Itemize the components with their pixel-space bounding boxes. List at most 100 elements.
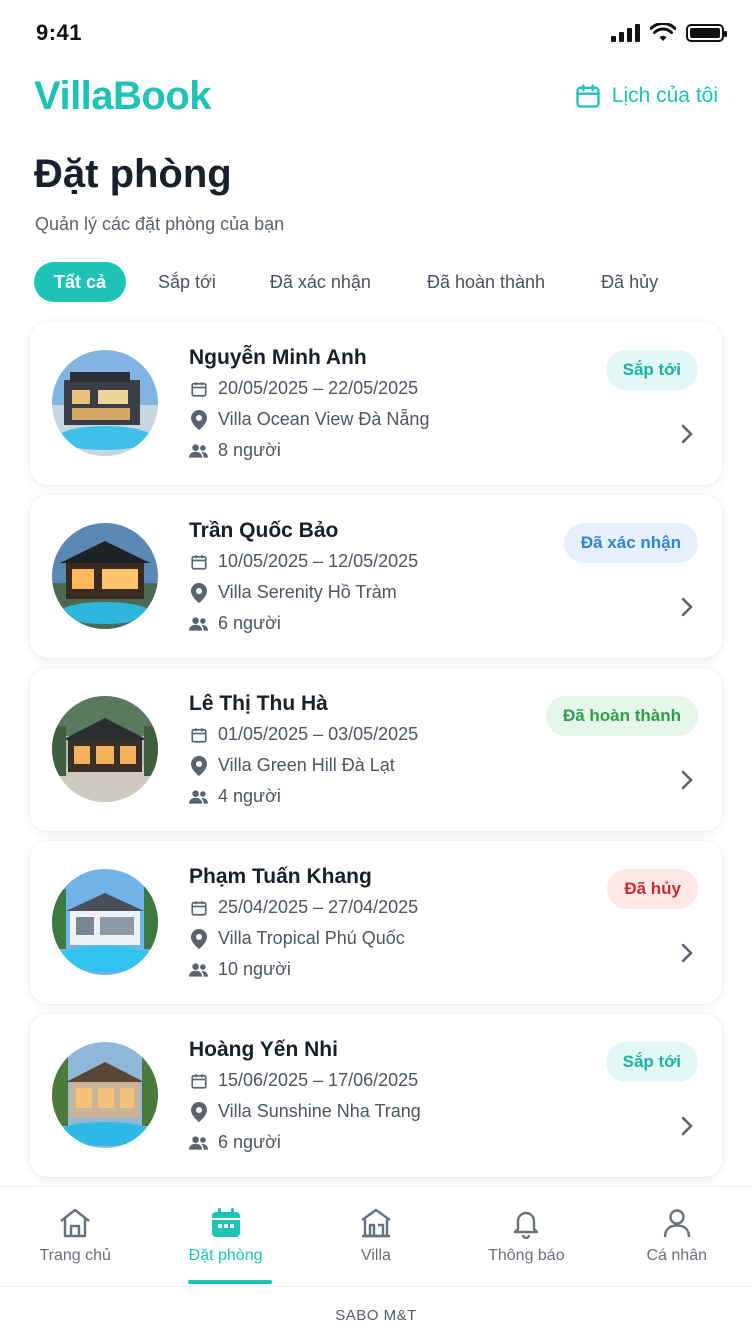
location-pin-icon	[189, 928, 208, 949]
villa-name: Villa Ocean View Đà Nẵng	[218, 409, 430, 429]
tab-upcoming[interactable]: Sắp tới	[138, 262, 236, 302]
status-time: 9:41	[36, 20, 83, 45]
bottom-navigation: Trang chủ Đặt phòng Villa Thông báo Cá n…	[0, 1186, 752, 1286]
nav-notifications[interactable]: Thông báo	[456, 1187, 596, 1286]
booking-dates: 01/05/2025 – 03/05/2025	[189, 724, 418, 745]
user-icon	[663, 1209, 690, 1238]
location-pin-icon	[189, 755, 208, 776]
tab-confirmed[interactable]: Đã xác nhận	[250, 262, 391, 302]
status-badge: Đã hủy	[607, 869, 698, 909]
calendar-icon	[211, 1208, 240, 1237]
calendar-icon	[576, 84, 600, 108]
villa-photo	[52, 523, 158, 629]
villa-name: Villa Serenity Hồ Tràm	[218, 582, 397, 602]
nav-profile[interactable]: Cá nhân	[607, 1187, 747, 1286]
chevron-right-icon[interactable]	[680, 941, 694, 965]
guests-text: 8 người	[218, 440, 281, 460]
guest-name: Phạm Tuấn Khang	[189, 865, 372, 888]
villa-location: Villa Tropical Phú Quốc	[189, 928, 405, 949]
home-icon	[60, 1208, 90, 1238]
status-badge: Sắp tới	[605, 350, 698, 390]
guest-count: 4 người	[189, 786, 281, 807]
guest-name: Trần Quốc Bảo	[189, 519, 339, 542]
bell-icon	[514, 1211, 539, 1239]
footer-bar: SABO M&T	[0, 1286, 752, 1344]
dates-text: 25/04/2025 – 27/04/2025	[218, 897, 419, 917]
chevron-right-icon[interactable]	[680, 422, 694, 446]
calendar-icon	[189, 379, 208, 398]
people-icon	[189, 787, 208, 806]
my-calendar-button[interactable]: Lịch của tôi	[574, 82, 718, 110]
booking-card[interactable]: Nguyễn Minh Anh 20/05/2025 – 22/05/2025 …	[30, 322, 722, 485]
calendar-icon	[189, 552, 208, 571]
guest-count: 10 người	[189, 959, 291, 980]
chevron-right-icon[interactable]	[680, 595, 694, 619]
villa-location: Villa Sunshine Nha Trang	[189, 1101, 421, 1122]
booking-dates: 15/06/2025 – 17/06/2025	[189, 1070, 418, 1091]
dates-text: 10/05/2025 – 12/05/2025	[218, 551, 419, 571]
nav-villa[interactable]: Villa	[306, 1187, 446, 1286]
dates-text: 15/06/2025 – 17/06/2025	[218, 1070, 419, 1090]
nav-bookings[interactable]: Đặt phòng	[156, 1187, 296, 1286]
nav-notifications-label: Thông báo	[488, 1247, 565, 1264]
calendar-icon	[189, 898, 208, 917]
booking-dates: 25/04/2025 – 27/04/2025	[189, 897, 418, 918]
guest-count: 6 người	[189, 1132, 281, 1153]
booking-dates: 20/05/2025 – 22/05/2025	[189, 378, 418, 399]
people-icon	[189, 960, 208, 979]
booking-card[interactable]: Phạm Tuấn Khang 25/04/2025 – 27/04/2025 …	[30, 841, 722, 1004]
page-subtitle: Quản lý các đặt phòng của bạn	[35, 214, 285, 234]
villa-name: Villa Green Hill Đà Lạt	[218, 755, 395, 775]
villa-location: Villa Serenity Hồ Tràm	[189, 582, 397, 603]
calendar-icon	[189, 1071, 208, 1090]
tab-all[interactable]: Tất cả	[34, 262, 127, 302]
people-icon	[189, 1133, 208, 1152]
booking-dates: 10/05/2025 – 12/05/2025	[189, 551, 418, 572]
app-header: VillaBook Lịch của tôi	[0, 66, 752, 126]
booking-card[interactable]: Lê Thị Thu Hà 01/05/2025 – 03/05/2025 Vi…	[30, 668, 722, 831]
guests-text: 4 người	[218, 786, 281, 806]
location-pin-icon	[189, 409, 208, 430]
guests-text: 10 người	[218, 959, 291, 979]
villa-photo	[52, 1042, 158, 1148]
booking-card[interactable]: Hoàng Yến Nhi 15/06/2025 – 17/06/2025 Vi…	[30, 1014, 722, 1177]
nav-home-label: Trang chủ	[39, 1247, 111, 1264]
battery-icon	[686, 24, 727, 42]
chevron-right-icon[interactable]	[680, 768, 694, 792]
guest-name: Hoàng Yến Nhi	[189, 1038, 338, 1061]
villa-location: Villa Green Hill Đà Lạt	[189, 755, 395, 776]
villa-name: Villa Tropical Phú Quốc	[218, 928, 405, 948]
tab-completed[interactable]: Đã hoàn thành	[407, 262, 565, 302]
wifi-icon	[650, 23, 676, 41]
tab-cancelled[interactable]: Đã hủy	[581, 262, 678, 302]
footer-text: SABO M&T	[335, 1307, 417, 1324]
nav-villa-label: Villa	[360, 1247, 391, 1264]
villa-photo	[52, 869, 158, 975]
dates-text: 20/05/2025 – 22/05/2025	[218, 378, 419, 398]
villa-name: Villa Sunshine Nha Trang	[218, 1101, 421, 1121]
page-title: Đặt phòng	[34, 152, 232, 196]
dates-text: 01/05/2025 – 03/05/2025	[218, 724, 419, 744]
my-calendar-label: Lịch của tôi	[611, 84, 718, 107]
status-badge: Đã hoàn thành	[545, 696, 698, 736]
guests-text: 6 người	[218, 613, 281, 633]
nav-profile-label: Cá nhân	[646, 1247, 708, 1264]
villa-photo	[52, 350, 158, 456]
guest-count: 8 người	[189, 440, 281, 461]
calendar-icon	[189, 725, 208, 744]
status-bar: 9:41	[0, 0, 752, 66]
app-logo: VillaBook	[34, 73, 212, 118]
booking-list: Nguyễn Minh Anh 20/05/2025 – 22/05/2025 …	[30, 322, 722, 1187]
chevron-right-icon[interactable]	[680, 1114, 694, 1138]
cellular-signal-icon	[611, 24, 640, 42]
nav-home[interactable]: Trang chủ	[5, 1187, 145, 1286]
nav-bookings-label: Đặt phòng	[188, 1247, 263, 1264]
status-icons	[611, 23, 727, 43]
booking-card[interactable]: Trần Quốc Bảo 10/05/2025 – 12/05/2025 Vi…	[30, 495, 722, 658]
guest-count: 6 người	[189, 613, 281, 634]
status-badge: Sắp tới	[605, 1042, 698, 1082]
guest-name: Lê Thị Thu Hà	[189, 692, 328, 715]
status-badge: Đã xác nhận	[563, 523, 698, 563]
villa-icon	[361, 1208, 391, 1238]
filter-tabs: Tất cả Sắp tới Đã xác nhận Đã hoàn thành…	[34, 262, 678, 302]
